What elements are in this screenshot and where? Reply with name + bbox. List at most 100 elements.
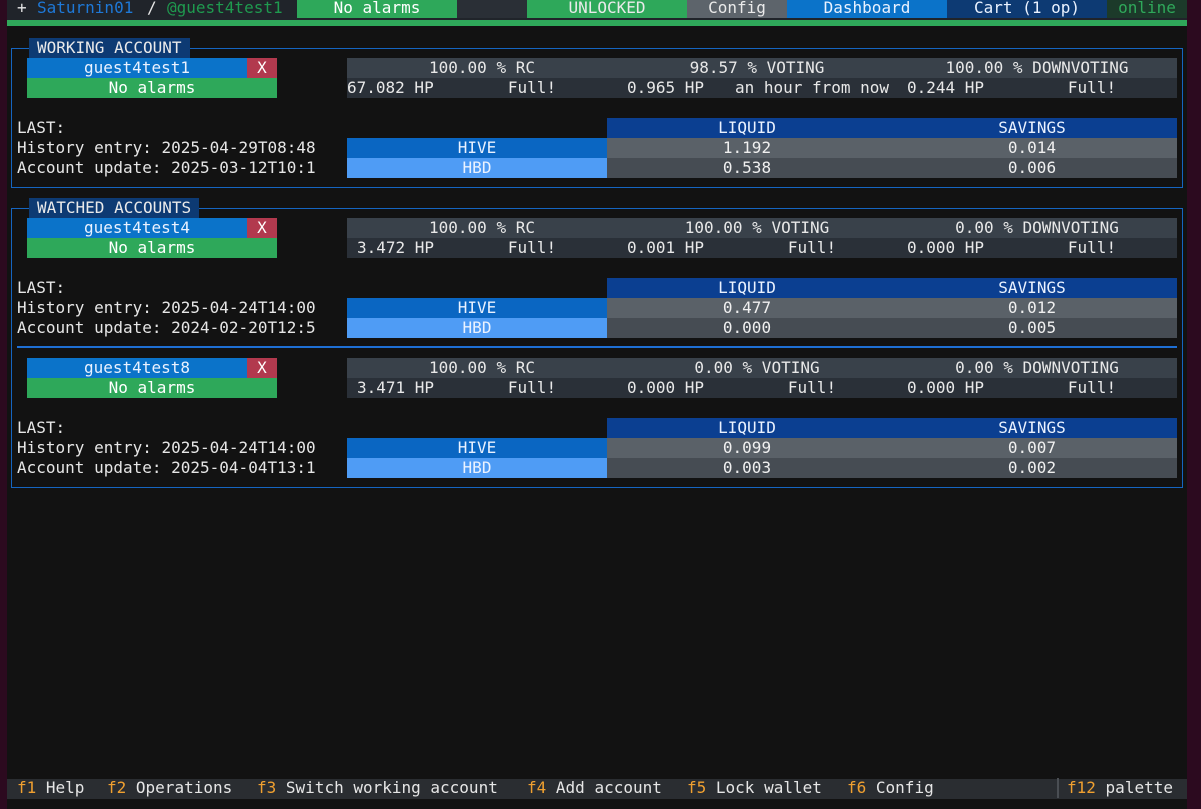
remove-account-button[interactable]: X [247,58,277,78]
hbd-label: HBD [347,458,607,478]
lock-wallet-binding[interactable]: f5 Lock wallet [687,778,847,798]
account-update: Account update: 2025-03-12T10:1 [17,158,316,177]
account-alarms-badge[interactable]: No alarms [27,378,277,398]
watched-accounts-title: WATCHED ACCOUNTS [29,198,200,218]
hbd-liquid-value: 0.538 [607,158,887,178]
lock-wallet-label: Lock wallet [715,778,822,797]
help-binding[interactable]: f1 Help [17,778,107,798]
account-name-button[interactable]: guest4test8 [27,358,247,378]
palette-label: palette [1105,778,1173,797]
savings-header: SAVINGS [887,278,1177,298]
config-button[interactable]: Config [687,0,787,18]
hive-liquid-value: 1.192 [607,138,887,158]
rc-hp-status: Full! [447,78,617,98]
history-entry: History entry: 2025-04-29T08:48 [17,138,316,157]
switch-account-label: Switch working account [285,778,498,797]
downvoting-percent: 0.00 % DOWNVOTING [897,218,1177,238]
hbd-label: HBD [347,158,607,178]
working-account-link[interactable]: @guest4test1 [167,0,292,18]
account-update: Account update: 2025-04-04T13:1 [17,458,316,477]
config-key: f6 [847,778,867,797]
voting-hp-status: an hour from now [727,78,897,98]
hbd-liquid-value: 0.003 [607,458,887,478]
header-separator: / [147,0,157,17]
help-label: Help [45,778,85,797]
plus-icon[interactable]: + [17,0,29,18]
hive-label: HIVE [347,438,607,458]
voting-hp-status: Full! [727,238,897,258]
voting-hp-value: 0.000 HP [617,378,727,398]
downvoting-hp-status: Full! [1007,378,1177,398]
dashboard-button[interactable]: Dashboard [787,0,947,18]
operations-label: Operations [135,778,233,797]
hbd-liquid-value: 0.000 [607,318,887,338]
rc-hp-status: Full! [447,238,617,258]
palette-binding[interactable]: f12 palette [1067,778,1187,798]
config-binding[interactable]: f6 Config [847,778,967,798]
remove-account-button[interactable]: X [247,218,277,238]
account-alarms-badge[interactable]: No alarms [27,78,277,98]
add-account-binding[interactable]: f4 Add account [527,778,687,798]
rc-hp-value: 67.082 HP [347,78,447,98]
switch-account-binding[interactable]: f3 Switch working account [257,778,527,798]
downvoting-percent: 100.00 % DOWNVOTING [897,58,1177,78]
account-name-button[interactable]: guest4test1 [27,58,247,78]
hive-label: HIVE [347,138,607,158]
cart-button[interactable]: Cart (1 op) [947,0,1107,18]
downvoting-hp-value: 0.244 HP [897,78,1007,98]
header-rule [7,20,1187,26]
footer-divider [1057,778,1059,798]
hbd-savings-value: 0.005 [887,318,1177,338]
voting-percent: 100.00 % VOTING [617,218,897,238]
downvoting-hp-status: Full! [1007,78,1177,98]
downvoting-hp-status: Full! [1007,238,1177,258]
lock-status-button[interactable]: UNLOCKED [527,0,687,18]
account-name-button[interactable]: guest4test4 [27,218,247,238]
config-label: Config [875,778,934,797]
operations-key: f2 [107,778,127,797]
history-entry: History entry: 2025-04-24T14:00 [17,438,316,457]
hive-savings-value: 0.012 [887,298,1177,318]
voting-percent: 0.00 % VOTING [617,358,897,378]
hive-savings-value: 0.014 [887,138,1177,158]
savings-header: SAVINGS [887,118,1177,138]
connection-status: online [1107,0,1187,18]
remove-account-button[interactable]: X [247,358,277,378]
header-alarms-badge[interactable]: No alarms [297,0,457,18]
hbd-savings-value: 0.006 [887,158,1177,178]
rc-hp-value: 3.472 HP [347,238,447,258]
help-key: f1 [17,778,37,797]
downvoting-hp-value: 0.000 HP [897,378,1007,398]
liquid-header: LIQUID [607,118,887,138]
working-account-title: WORKING ACCOUNT [29,38,190,58]
last-label: LAST: [17,118,66,137]
hive-liquid-value: 0.099 [607,438,887,458]
header-spacer [457,0,527,18]
add-account-key: f4 [527,778,547,797]
account-update: Account update: 2024-02-20T12:5 [17,318,316,337]
add-account-label: Add account [555,778,662,797]
account-alarms-badge[interactable]: No alarms [27,238,277,258]
hbd-savings-value: 0.002 [887,458,1177,478]
hive-label: HIVE [347,298,607,318]
last-label: LAST: [17,418,66,437]
hive-savings-value: 0.007 [887,438,1177,458]
switch-account-key: f3 [257,778,277,797]
downvoting-hp-value: 0.000 HP [897,238,1007,258]
account-divider [17,346,1177,348]
profile-name[interactable]: Saturnin01 [37,0,137,18]
operations-binding[interactable]: f2 Operations [107,778,257,798]
downvoting-percent: 0.00 % DOWNVOTING [897,358,1177,378]
rc-percent: 100.00 % RC [347,58,617,78]
savings-header: SAVINGS [887,418,1177,438]
rc-percent: 100.00 % RC [347,358,617,378]
liquid-header: LIQUID [607,278,887,298]
last-label: LAST: [17,278,66,297]
voting-hp-value: 0.965 HP [617,78,727,98]
voting-hp-value: 0.001 HP [617,238,727,258]
voting-hp-status: Full! [727,378,897,398]
rc-hp-value: 3.471 HP [347,378,447,398]
history-entry: History entry: 2025-04-24T14:00 [17,298,316,317]
liquid-header: LIQUID [607,418,887,438]
hbd-label: HBD [347,318,607,338]
